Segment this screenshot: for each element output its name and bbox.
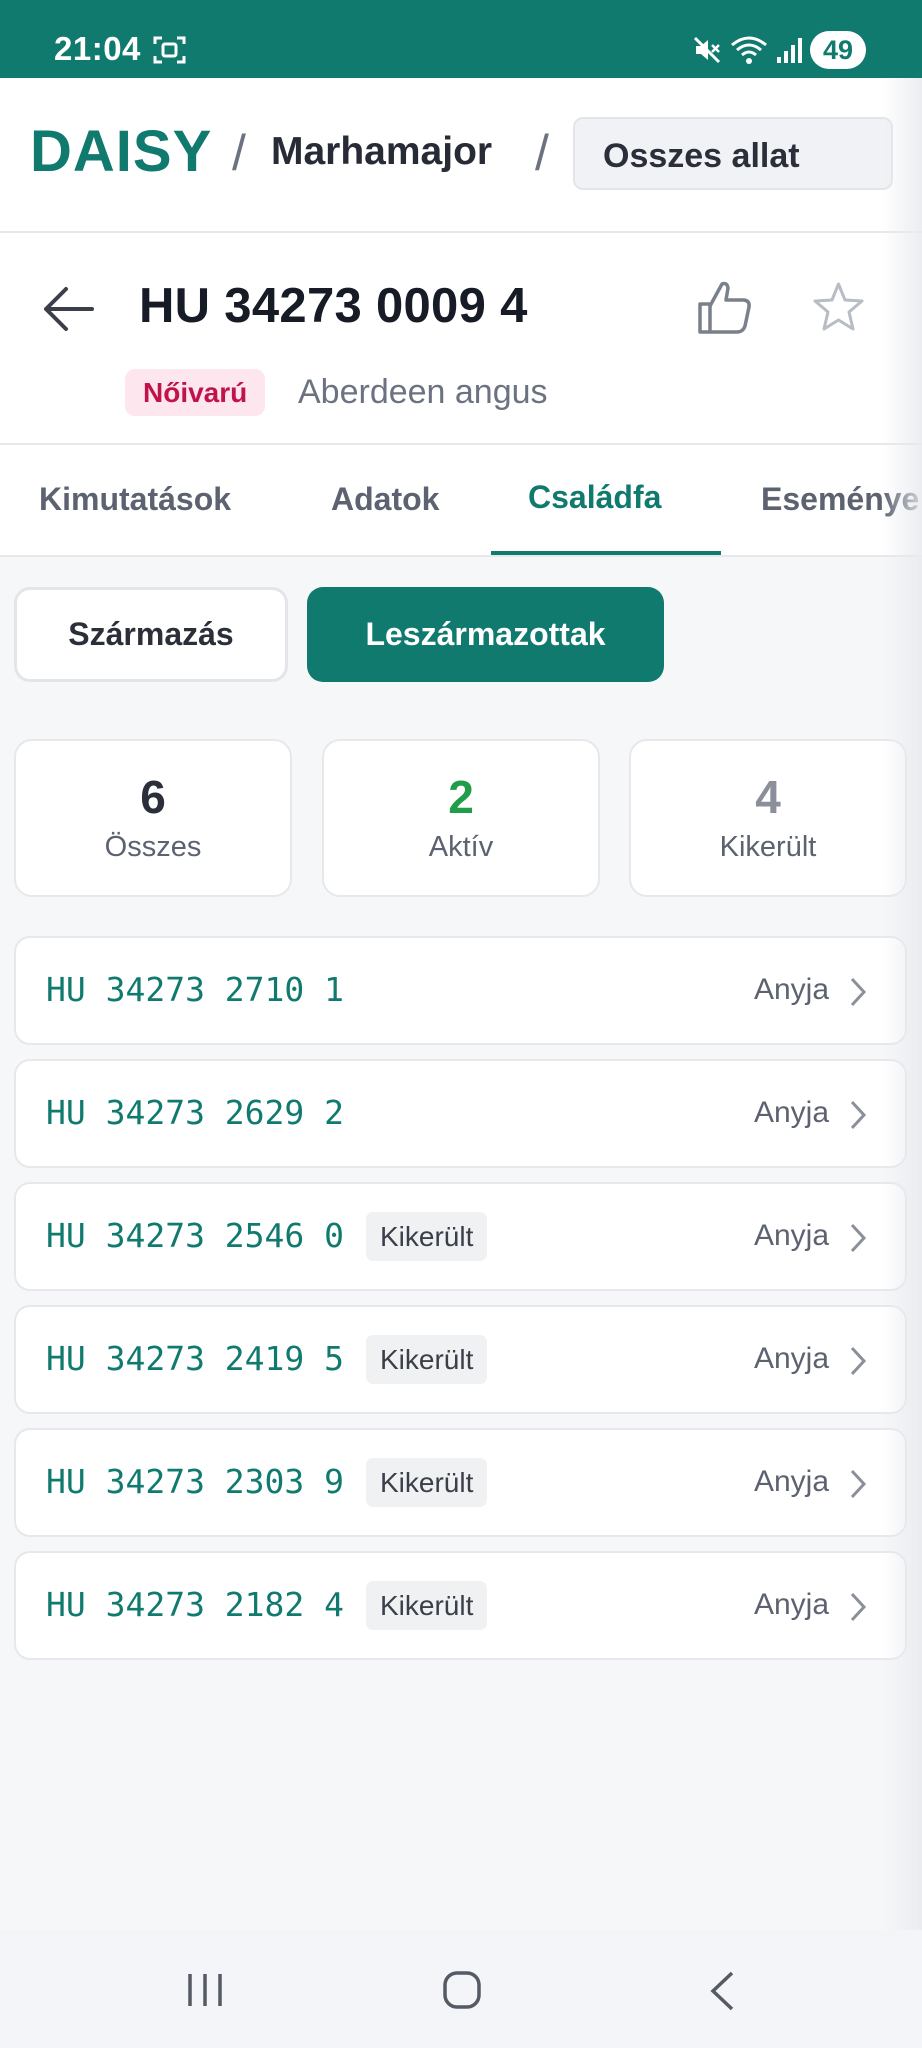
tab-bar: Kimutatások Adatok Családfa Eseménye: [0, 445, 922, 557]
stat-card-active: 2 Aktív: [322, 739, 600, 897]
stat-total-label: Összes: [104, 831, 202, 863]
descendant-row[interactable]: HU 34273 2419 5 Kikerült Anyja: [14, 1305, 907, 1414]
animal-filter-select[interactable]: Osszes allat: [573, 117, 893, 190]
descendants-button[interactable]: Leszármazottak: [307, 587, 664, 682]
removed-badge: Kikerült: [366, 1335, 488, 1384]
breadcrumb-farm[interactable]: Marhamajor: [271, 130, 492, 174]
descendant-relation: Anyja: [753, 973, 829, 1006]
descendant-id: HU 34273 2710 1: [46, 970, 345, 1009]
animal-breed: Aberdeen angus: [298, 373, 548, 411]
chevron-right-icon: [850, 1100, 867, 1130]
descendant-id: HU 34273 2419 5: [46, 1339, 345, 1378]
stat-card-total: 6 Összes: [14, 739, 292, 897]
breadcrumb-separator: /: [232, 125, 246, 181]
screen-record-icon: [153, 36, 186, 64]
nav-back-icon[interactable]: [708, 1970, 736, 2012]
app-header: DAISY / Marhamajor / Osszes allat: [0, 78, 922, 233]
breadcrumb-separator: /: [535, 125, 549, 181]
descendant-id: HU 34273 2303 9: [46, 1462, 345, 1501]
chevron-right-icon: [850, 1346, 867, 1376]
stat-removed-label: Kikerült: [719, 831, 817, 863]
status-icons: 49: [692, 30, 866, 70]
app-logo[interactable]: DAISY: [30, 118, 212, 185]
stat-active-label: Aktív: [428, 831, 494, 863]
sex-badge: Nőivarú: [125, 369, 266, 416]
stat-card-removed: 4 Kikerült: [629, 739, 907, 897]
tab-kimutatasok[interactable]: Kimutatások: [39, 481, 231, 518]
descendant-row[interactable]: HU 34273 2710 1 Anyja: [14, 936, 907, 1045]
descendant-row[interactable]: HU 34273 2303 9 Kikerült Anyja: [14, 1428, 907, 1537]
animal-info: HU 34273 0009 4 Nőivarú Aberdeen angus: [0, 233, 922, 445]
home-icon[interactable]: [442, 1970, 482, 2010]
active-tab-indicator: [491, 551, 721, 555]
descendant-row[interactable]: HU 34273 2182 4 Kikerült Anyja: [14, 1551, 907, 1660]
stat-total-value: 6: [140, 771, 166, 823]
descendant-relation: Anyja: [753, 1219, 829, 1252]
descendant-id: HU 34273 2182 4: [46, 1585, 345, 1624]
status-time: 21:04: [54, 30, 141, 67]
signal-icon: [777, 38, 802, 63]
stat-active-value: 2: [448, 771, 474, 823]
chevron-right-icon: [850, 1592, 867, 1622]
tab-csaladfa[interactable]: Családfa: [528, 479, 661, 516]
stat-removed-value: 4: [755, 771, 781, 823]
wifi-icon: [731, 36, 767, 64]
thumbs-up-icon[interactable]: [696, 278, 754, 336]
removed-badge: Kikerült: [366, 1458, 488, 1507]
origin-button[interactable]: Származás: [14, 587, 288, 682]
chevron-right-icon: [850, 977, 867, 1007]
tab-adatok[interactable]: Adatok: [331, 481, 439, 518]
descendant-relation: Anyja: [753, 1096, 829, 1129]
removed-badge: Kikerült: [366, 1581, 488, 1630]
favorite-star-icon[interactable]: [811, 280, 866, 335]
descendant-relation: Anyja: [753, 1465, 829, 1498]
recent-apps-icon[interactable]: [185, 1972, 225, 2008]
descendant-id: HU 34273 2629 2: [46, 1093, 345, 1132]
back-arrow-icon[interactable]: [40, 283, 96, 335]
chevron-right-icon: [850, 1223, 867, 1253]
battery-icon: 49: [810, 31, 866, 69]
system-nav-bar: [0, 1930, 922, 2048]
animal-id-title: HU 34273 0009 4: [139, 279, 528, 333]
chevron-right-icon: [850, 1469, 867, 1499]
mute-icon: [693, 36, 721, 64]
tab-esemenyek[interactable]: Eseménye: [761, 481, 919, 518]
descendant-id: HU 34273 2546 0: [46, 1216, 345, 1255]
descendant-row[interactable]: HU 34273 2546 0 Kikerült Anyja: [14, 1182, 907, 1291]
descendant-row[interactable]: HU 34273 2629 2 Anyja: [14, 1059, 907, 1168]
descendant-relation: Anyja: [753, 1342, 829, 1375]
status-bar: 21:04 49: [0, 0, 922, 78]
removed-badge: Kikerült: [366, 1212, 488, 1261]
descendant-relation: Anyja: [753, 1588, 829, 1621]
